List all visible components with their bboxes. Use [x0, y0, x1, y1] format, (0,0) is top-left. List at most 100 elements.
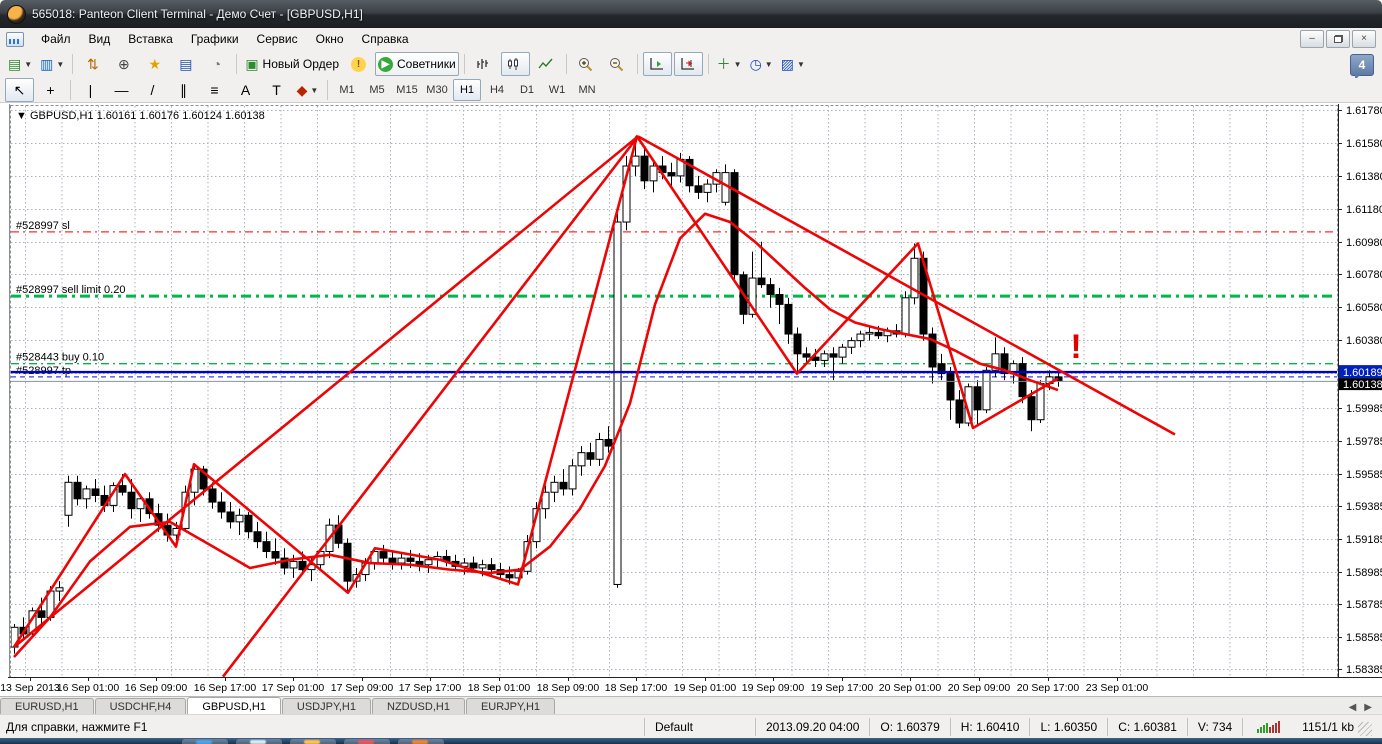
tab-scroll-right-icon[interactable]: ▶ [1364, 702, 1372, 713]
chevron-down-icon[interactable]: ▼ [310, 86, 318, 95]
new-order-button[interactable]: ▣ Новый Ордер [242, 52, 342, 76]
toolbar-standard: 4 ▤ ▼ ▥ ▼ ⇅ ⊕ ★ ▤ ◔ ▣ Новый Ордер! ▶ Советники ＋ ▼ ◷ ▼ ▨ ▼ [0, 50, 1382, 80]
candle [775, 294, 784, 305]
toolbar-separator [463, 54, 465, 74]
notifications-badge[interactable]: 4 [1350, 54, 1374, 80]
strategy-tester-icon: ◔ [212, 56, 222, 72]
svg-text:1.59585: 1.59585 [1346, 469, 1382, 481]
menu-item-вставка[interactable]: Вставка [119, 29, 182, 49]
mdi-close-button[interactable]: × [1352, 30, 1376, 48]
timeframe-m30[interactable]: M30 [423, 79, 451, 101]
horizontal-line-button[interactable]: — [107, 78, 136, 102]
price-chart[interactable]: #528997 sl #528997 sell limit 0.20 #528443… [0, 0, 1382, 744]
text-button[interactable]: A [231, 78, 260, 102]
cursor-button[interactable]: ↖ [5, 78, 34, 102]
timeframe-h4[interactable]: H4 [483, 79, 511, 101]
candle [397, 557, 406, 564]
channel-button[interactable]: ∥ [169, 78, 198, 102]
warning-icon: ! [351, 56, 367, 72]
timeframe-m15[interactable]: M15 [393, 79, 421, 101]
menu-item-окно[interactable]: Окно [307, 29, 353, 49]
order-label-buy: #528443 buy 0.10 [16, 352, 104, 364]
svg-text:1.59785: 1.59785 [1346, 436, 1382, 448]
status-volume: V: 734 [1186, 718, 1242, 736]
zoom-in-button[interactable] [572, 52, 601, 76]
market-watch-button[interactable]: ⊕ [109, 52, 138, 76]
resize-grip[interactable] [1358, 722, 1372, 736]
strategy-tester-button[interactable]: ◔ [202, 52, 231, 76]
vertical-line-button[interactable]: | [76, 78, 105, 102]
chevron-down-icon[interactable]: ▼ [797, 60, 805, 69]
timeframe-m1[interactable]: M1 [333, 79, 361, 101]
trendline-button[interactable]: / [138, 78, 167, 102]
windows-taskbar[interactable] [0, 738, 1382, 744]
profiles-button[interactable]: ▥ ▼ [37, 52, 67, 76]
menu-item-файл[interactable]: Файл [32, 29, 80, 49]
label-icon: T [272, 82, 281, 98]
status-profile[interactable]: Default [643, 718, 755, 736]
candle [217, 501, 226, 513]
candle [559, 481, 568, 490]
templates-button[interactable]: ▨ ▼ [778, 52, 808, 76]
menu-item-вид[interactable]: Вид [80, 29, 120, 49]
chevron-down-icon[interactable]: ▼ [24, 60, 32, 69]
candle [568, 465, 577, 490]
chart-tab-nzdusd[interactable]: NZDUSD,H1 [372, 698, 465, 715]
bar-chart-button[interactable] [470, 52, 499, 76]
mdi-minimize-button[interactable]: – [1300, 30, 1324, 48]
candle [631, 155, 640, 167]
auto-scroll-button[interactable] [642, 52, 672, 76]
timeframe-mn[interactable]: MN [573, 79, 601, 101]
menu-item-сервис[interactable]: Сервис [248, 29, 307, 49]
svg-text:13 Sep 2013: 13 Sep 2013 [0, 682, 60, 694]
new-order-label: Новый Ордер [262, 57, 340, 71]
chart-tab-eurjpy[interactable]: EURJPY,H1 [465, 698, 556, 715]
arrows-button[interactable]: ◆ ▼ [293, 78, 322, 102]
timeframe-h1[interactable]: H1 [453, 79, 481, 101]
timeframe-m5[interactable]: M5 [363, 79, 391, 101]
experts-label: Советники [397, 57, 456, 71]
chart-tab-usdchf[interactable]: USDCHF,H4 [94, 698, 187, 715]
zoom-in-icon [579, 57, 593, 72]
terminal-button[interactable]: ▤ [171, 52, 200, 76]
menu-item-графики[interactable]: Графики [182, 29, 248, 49]
chart-tab-eurusd[interactable]: EURUSD,H1 [0, 698, 94, 715]
chart-tab-usdjpy[interactable]: USDJPY,H1 [281, 698, 371, 715]
tab-scroll-left-icon[interactable]: ◀ [1349, 702, 1357, 713]
navigator-button[interactable]: ★ [140, 52, 169, 76]
mdi-restore-button[interactable] [1326, 30, 1350, 48]
chevron-down-icon[interactable]: ▼ [765, 60, 773, 69]
svg-text:1.59985: 1.59985 [1346, 403, 1382, 415]
candle [955, 399, 964, 424]
label-button[interactable]: T [262, 78, 291, 102]
svg-text:19 Sep 09:00: 19 Sep 09:00 [742, 682, 805, 694]
periods-button[interactable]: ◷ ▼ [747, 52, 776, 76]
status-open: O: 1.60379 [869, 718, 949, 736]
line-chart-button[interactable] [532, 52, 561, 76]
svg-text:1.61580: 1.61580 [1346, 138, 1382, 150]
candle [820, 353, 829, 361]
crosshair-button[interactable]: + [36, 78, 65, 102]
experts-button[interactable]: ▶ Советники [375, 52, 459, 76]
warning-button[interactable]: ! [344, 52, 373, 76]
new-chart-button[interactable]: ▤ ▼ [5, 52, 35, 76]
timeframe-w1[interactable]: W1 [543, 79, 571, 101]
chevron-down-icon[interactable]: ▼ [56, 60, 64, 69]
chart-tab-gbpusd[interactable]: GBPUSD,H1 [187, 697, 281, 715]
chevron-down-icon[interactable]: ▼ [734, 60, 742, 69]
tick-chart-button[interactable]: ⇅ [78, 52, 107, 76]
menu-item-справка[interactable]: Справка [353, 29, 418, 49]
chart-shift-button[interactable] [673, 52, 703, 76]
fibonacci-button[interactable]: ≡ [200, 78, 229, 102]
zoom-out-button[interactable] [603, 52, 632, 76]
timeframe-d1[interactable]: D1 [513, 79, 541, 101]
exclamation-annotation: ! [1070, 328, 1081, 366]
svg-text:17 Sep 01:00: 17 Sep 01:00 [262, 682, 325, 694]
chart-menu-icon [6, 31, 24, 47]
indicators-button[interactable]: ＋ ▼ [714, 52, 745, 76]
svg-text:1.60980: 1.60980 [1346, 237, 1382, 249]
toolbar-drawing-timeframes: ↖ + | — / ∥ ≡ A T ◆ ▼ M1 M5 M15 M30 H1 H4 D1 W1 MN [0, 78, 1382, 103]
candle-chart-button[interactable] [500, 52, 530, 76]
svg-text:18 Sep 01:00: 18 Sep 01:00 [468, 682, 531, 694]
candle [37, 610, 46, 618]
